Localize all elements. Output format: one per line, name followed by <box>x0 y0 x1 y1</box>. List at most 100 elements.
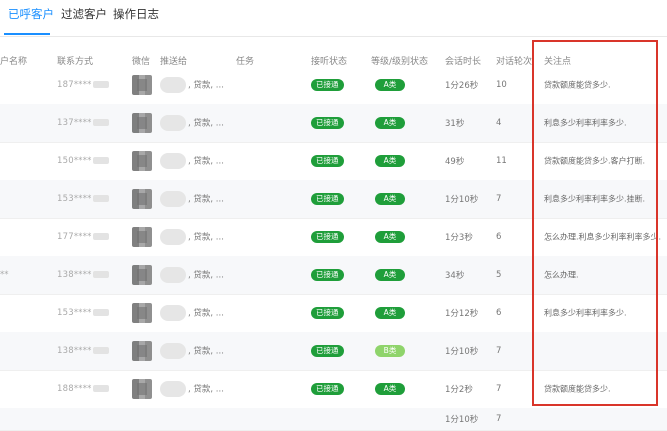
redaction-blur <box>160 77 186 93</box>
wechat-avatar[interactable] <box>132 227 152 247</box>
call-duration: 1分2秒 <box>445 385 473 395</box>
dialog-rounds: 6 <box>496 308 502 318</box>
phone-text: 188**** <box>57 384 92 394</box>
focus-point: 利息多少利率利率多少. <box>544 308 627 318</box>
wechat-avatar[interactable] <box>132 75 152 95</box>
table-row[interactable]: 1分10秒 7 <box>0 408 667 431</box>
wechat-avatar[interactable] <box>132 379 152 399</box>
focus-point: 贷款额度能贷多少. <box>544 384 611 394</box>
dialog-rounds: 11 <box>496 156 507 166</box>
call-duration: 1分12秒 <box>445 309 479 319</box>
wechat-avatar[interactable] <box>132 113 152 133</box>
focus-point: 怎么办理. <box>544 270 579 280</box>
level-badge: A类 <box>375 155 405 167</box>
pusher-text: , 贷款, ... <box>188 232 224 243</box>
redaction-blur <box>160 115 186 131</box>
pusher-text: , 贷款, ... <box>188 156 224 167</box>
phone-text: 187**** <box>57 80 92 90</box>
pusher-text: , 贷款, ... <box>188 308 224 319</box>
dialog-rounds: 10 <box>496 80 507 90</box>
redaction-blur <box>92 271 109 278</box>
connect-status-badge: 已接通 <box>311 383 344 395</box>
dialog-rounds: 7 <box>496 384 502 394</box>
table-row[interactable]: 138**** , 贷款, ... 已接通 B类 1分10秒 7 <box>0 332 667 371</box>
dialog-rounds: 5 <box>496 270 502 280</box>
wechat-avatar[interactable] <box>132 341 152 361</box>
connect-status-badge: 已接通 <box>311 231 344 243</box>
phone-number: 138**** <box>57 270 109 280</box>
pusher-text: , 贷款, ... <box>188 194 224 205</box>
active-tab-indicator <box>4 33 50 35</box>
pusher-info: , 贷款, ... <box>160 77 224 93</box>
tab-called-customers[interactable]: 已呼客户 <box>8 6 54 22</box>
phone-text: 150**** <box>57 156 92 166</box>
redaction-blur <box>160 153 186 169</box>
table-row[interactable]: 150**** , 贷款, ... 已接通 A类 49秒 11 贷款额度能贷多少… <box>0 142 667 181</box>
pusher-text: , 贷款, ... <box>188 80 224 91</box>
wechat-avatar[interactable] <box>132 151 152 171</box>
level-badge: A类 <box>375 231 405 243</box>
call-duration: 1分10秒 <box>445 195 479 205</box>
pusher-text: , 贷款, ... <box>188 270 224 281</box>
tab-filtered-customers[interactable]: 过滤客户 <box>61 6 107 22</box>
dialog-rounds: 6 <box>496 232 502 242</box>
table-row[interactable]: 153**** , 贷款, ... 已接通 A类 1分10秒 7 利息多少利率利… <box>0 180 667 219</box>
pusher-info: , 贷款, ... <box>160 229 224 245</box>
redaction-blur <box>92 157 109 164</box>
phone-number: 137**** <box>57 118 109 128</box>
wechat-avatar[interactable] <box>132 303 152 323</box>
table-row[interactable]: 188**** , 贷款, ... 已接通 A类 1分2秒 7 贷款额度能贷多少… <box>0 370 667 409</box>
pusher-info: , 贷款, ... <box>160 305 224 321</box>
redaction-blur <box>92 233 109 240</box>
redaction-blur <box>160 267 186 283</box>
table-row[interactable]: 153**** , 贷款, ... 已接通 A类 1分12秒 6 利息多少利率利… <box>0 294 667 333</box>
level-badge: A类 <box>375 269 405 281</box>
dialog-rounds: 4 <box>496 118 502 128</box>
connect-status-badge: 已接通 <box>311 193 344 205</box>
redaction-blur <box>160 229 186 245</box>
level-badge: A类 <box>375 307 405 319</box>
phone-text: 138**** <box>57 270 92 280</box>
dialog-rounds: 7 <box>496 346 502 356</box>
focus-point: 贷款额度能贷多少. <box>544 80 611 90</box>
phone-number: 187**** <box>57 80 109 90</box>
phone-text: 138**** <box>57 346 92 356</box>
phone-number: 150**** <box>57 156 109 166</box>
connect-status-badge: 已接通 <box>311 155 344 167</box>
pusher-info: , 贷款, ... <box>160 191 224 207</box>
call-duration: 1分10秒 <box>445 415 479 425</box>
table-row[interactable]: 187**** , 贷款, ... 已接通 A类 1分26秒 10 贷款额度能贷… <box>0 66 667 105</box>
table-row[interactable]: 177**** , 贷款, ... 已接通 A类 1分3秒 6 怎么办理.利息多… <box>0 218 667 257</box>
phone-text: 153**** <box>57 308 92 318</box>
phone-text: 153**** <box>57 194 92 204</box>
focus-point: 利息多少利率利率多少.挂断. <box>544 194 646 204</box>
phone-text: 177**** <box>57 232 92 242</box>
phone-number: 153**** <box>57 308 109 318</box>
pusher-text: , 贷款, ... <box>188 118 224 129</box>
phone-number: 177**** <box>57 232 109 242</box>
pusher-text: , 贷款, ... <box>188 384 224 395</box>
level-badge: A类 <box>375 117 405 129</box>
tab-bar: 已呼客户 过滤客户 操作日志 <box>0 0 667 37</box>
redaction-blur <box>160 305 186 321</box>
level-badge: A类 <box>375 193 405 205</box>
phone-number: 138**** <box>57 346 109 356</box>
customer-name: ** <box>0 270 9 280</box>
table-row[interactable]: 137**** , 贷款, ... 已接通 A类 31秒 4 利息多少利率利率多… <box>0 104 667 143</box>
redaction-blur <box>92 195 109 202</box>
wechat-avatar[interactable] <box>132 189 152 209</box>
wechat-avatar[interactable] <box>132 265 152 285</box>
pusher-text: , 贷款, ... <box>188 346 224 357</box>
phone-number: 153**** <box>57 194 109 204</box>
connect-status-badge: 已接通 <box>311 269 344 281</box>
pusher-info: , 贷款, ... <box>160 267 224 283</box>
tab-operation-log[interactable]: 操作日志 <box>113 6 159 22</box>
call-duration: 49秒 <box>445 157 465 167</box>
focus-point: 怎么办理.利息多少利率利率多少. <box>544 232 662 242</box>
redaction-blur <box>92 385 109 392</box>
redaction-blur <box>160 381 186 397</box>
level-badge: B类 <box>375 345 405 357</box>
table-row[interactable]: ** 138**** , 贷款, ... 已接通 A类 34秒 5 怎么办理. <box>0 256 667 295</box>
connect-status-badge: 已接通 <box>311 345 344 357</box>
pusher-info: , 贷款, ... <box>160 381 224 397</box>
